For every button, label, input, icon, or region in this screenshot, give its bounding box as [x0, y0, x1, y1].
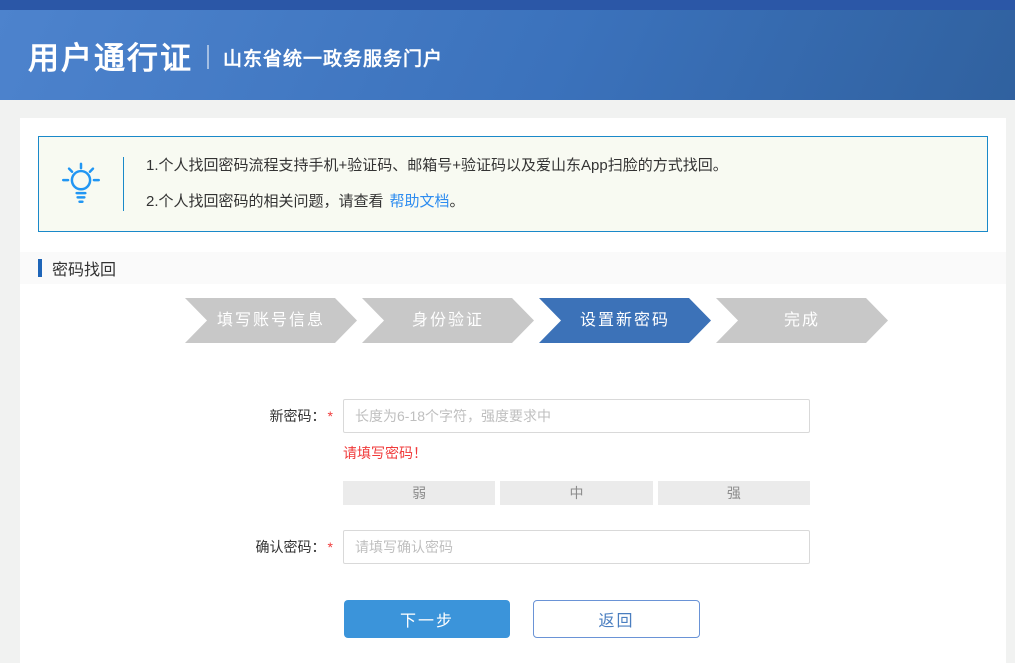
notice-box: 1.个人找回密码流程支持手机+验证码、邮箱号+验证码以及爱山东App扫脸的方式找… — [38, 136, 988, 232]
section-title-bar — [38, 259, 42, 277]
section-title-row: 密码找回 — [20, 252, 1006, 284]
top-strip — [0, 0, 1015, 10]
next-step-button[interactable]: 下一步 — [344, 600, 510, 638]
header-divider — [207, 45, 209, 69]
header: 用户通行证 山东省统一政务服务门户 — [0, 10, 1015, 100]
site-subtitle: 山东省统一政务服务门户 — [223, 44, 443, 71]
notice-line-2-text: 2.个人找回密码的相关问题，请查看 — [146, 193, 384, 210]
step-set-new-password: 设置新密码 — [539, 298, 711, 343]
back-button[interactable]: 返回 — [533, 600, 700, 638]
password-form: 新密码：* 请填写密码！ 弱 中 强 确认密码：* 下一步 返回 — [38, 399, 988, 638]
lightbulb-icon — [58, 160, 104, 208]
step-fill-account-info: 填写账号信息 — [185, 298, 357, 343]
new-password-row: 新密码：* — [38, 399, 988, 433]
step-identity-verification: 身份验证 — [362, 298, 534, 343]
required-asterisk: * — [328, 408, 333, 424]
confirm-password-row: 确认密码：* — [38, 530, 988, 564]
new-password-input[interactable] — [343, 399, 810, 433]
strength-strong: 强 — [658, 481, 810, 505]
strength-medium: 中 — [500, 481, 652, 505]
site-title: 用户通行证 — [28, 33, 193, 78]
required-asterisk: * — [328, 539, 333, 555]
password-error-text: 请填写密码！ — [343, 445, 427, 461]
confirm-password-label: 确认密码：* — [38, 537, 343, 557]
button-row: 下一步 返回 — [344, 600, 988, 638]
step-indicator: 填写账号信息 身份验证 设置新密码 完成 — [185, 298, 988, 343]
password-recovery-page: { "header": { "title": "用户通行证", "subtitl… — [0, 0, 1015, 663]
confirm-password-input[interactable] — [343, 530, 810, 564]
notice-line-2-period: 。 — [450, 193, 465, 210]
confirm-password-label-text: 确认密码： — [256, 539, 326, 555]
step-complete: 完成 — [716, 298, 888, 343]
new-password-label: 新密码：* — [38, 406, 343, 426]
lightbulb-icon-wrap — [39, 160, 123, 208]
strength-weak: 弱 — [343, 481, 495, 505]
strength-meter: 弱 中 强 — [343, 481, 810, 505]
new-password-label-text: 新密码： — [270, 408, 326, 424]
main-card: 1.个人找回密码流程支持手机+验证码、邮箱号+验证码以及爱山东App扫脸的方式找… — [20, 118, 1006, 663]
section-title: 密码找回 — [52, 256, 116, 280]
help-doc-link[interactable]: 帮助文档 — [390, 193, 450, 210]
error-row: 请填写密码！ — [343, 443, 988, 463]
notice-text: 1.个人找回密码流程支持手机+验证码、邮箱号+验证码以及爱山东App扫脸的方式找… — [124, 148, 728, 220]
notice-line-1: 1.个人找回密码流程支持手机+验证码、邮箱号+验证码以及爱山东App扫脸的方式找… — [146, 148, 728, 184]
notice-line-2: 2.个人找回密码的相关问题，请查看帮助文档。 — [146, 184, 728, 220]
